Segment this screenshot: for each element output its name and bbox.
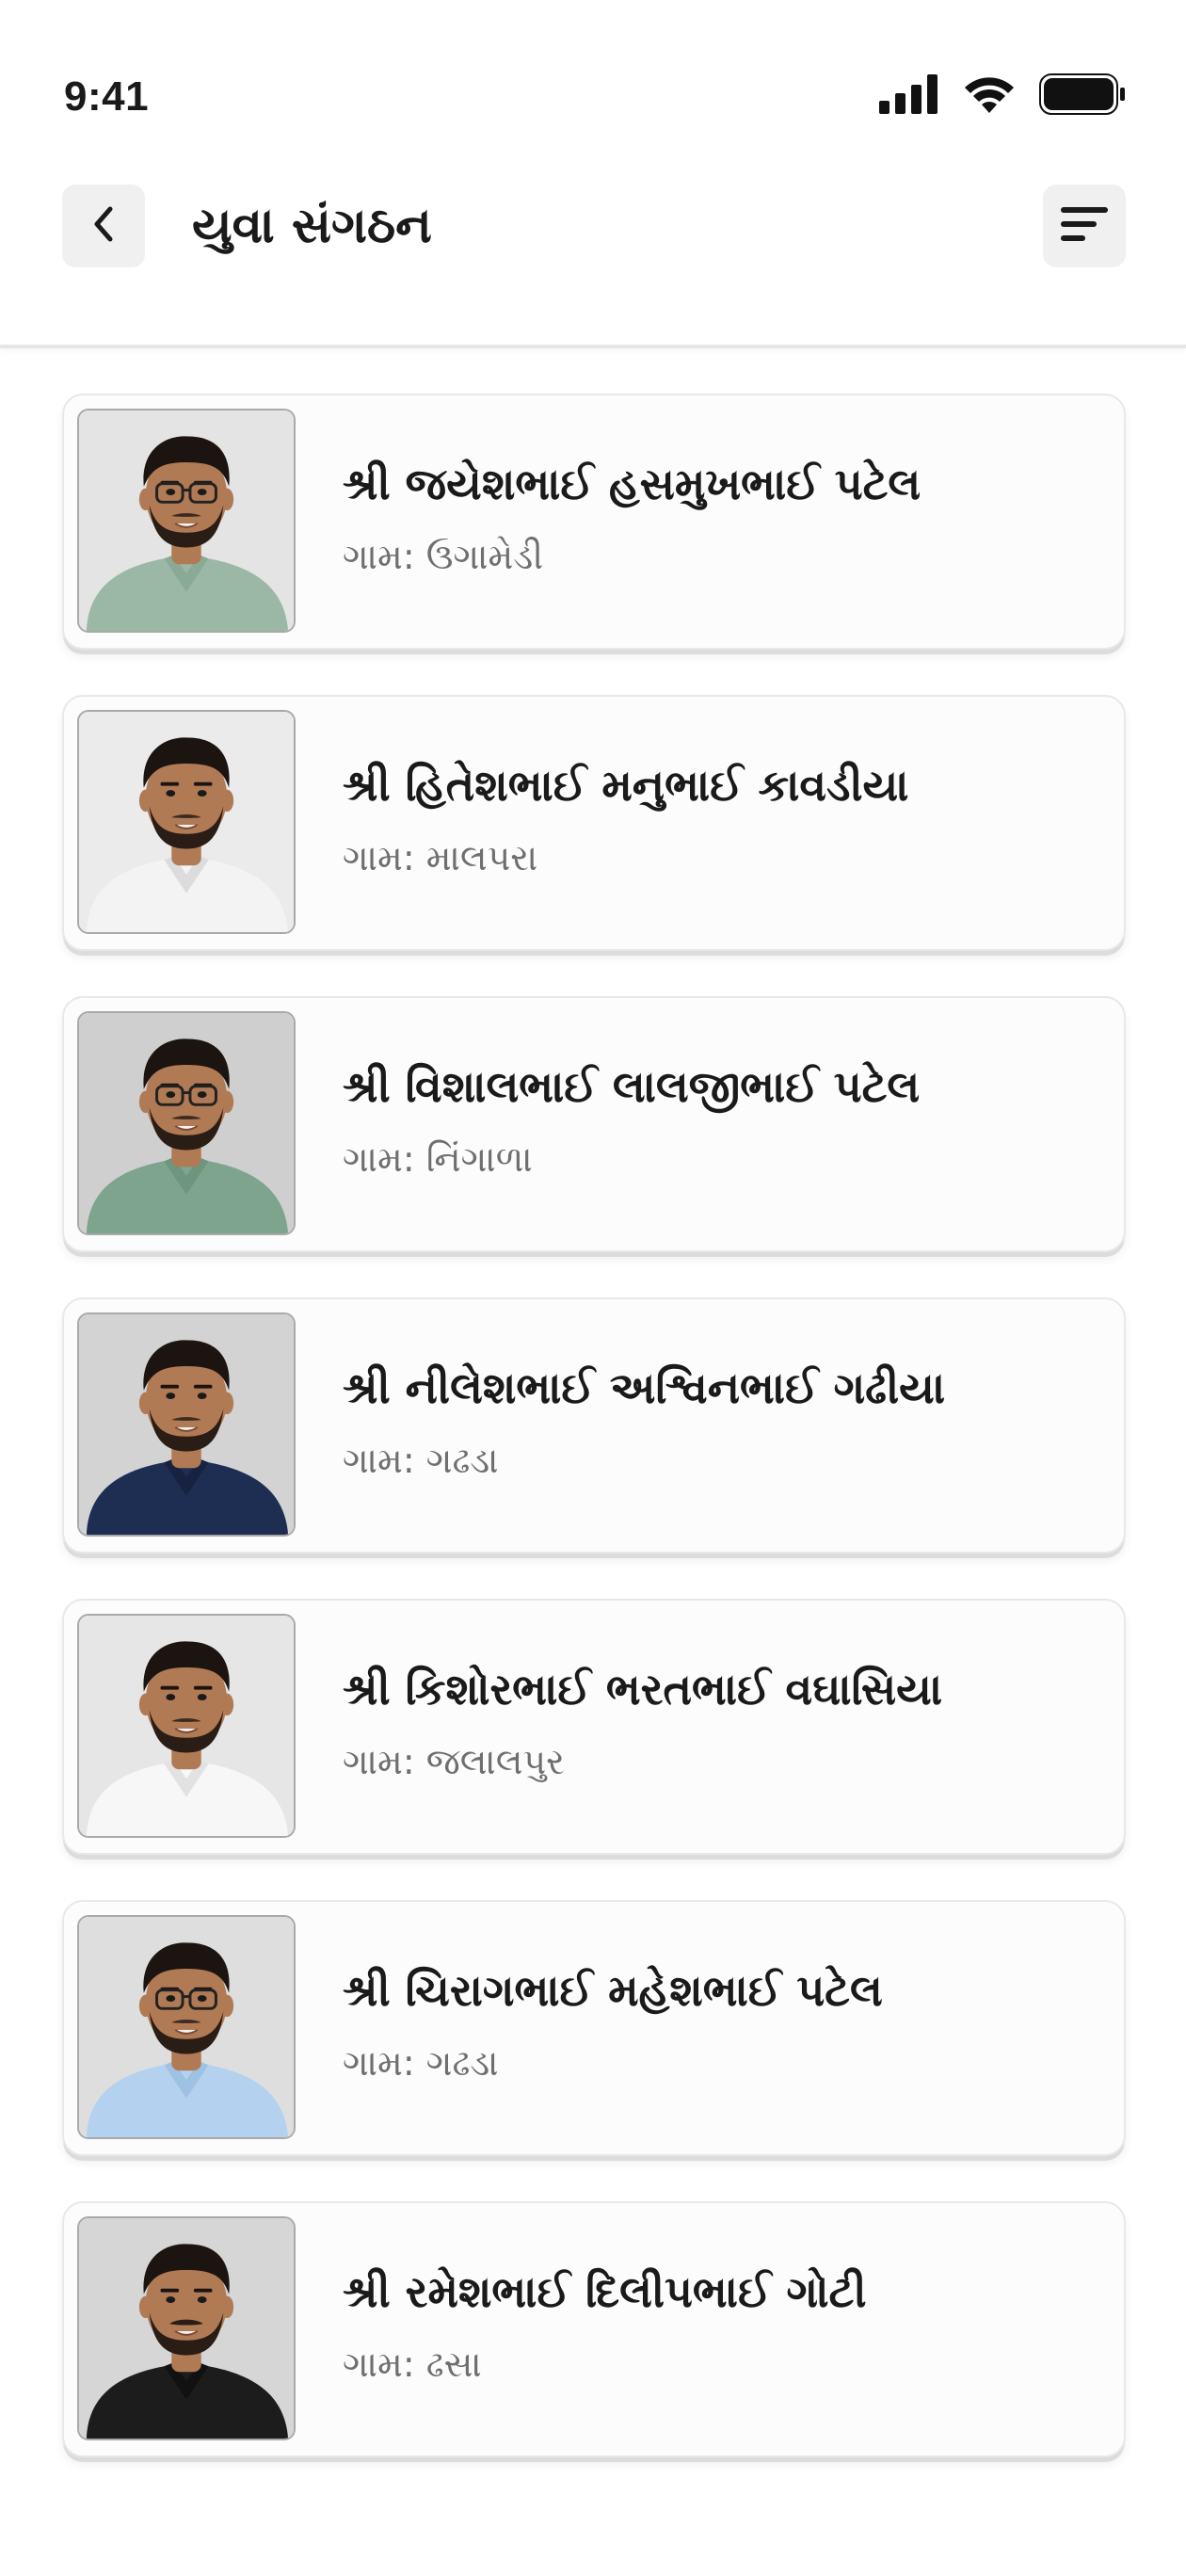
page-title: યુવા સંગઠન <box>192 198 432 254</box>
member-name: શ્રી રમેશભાઈ દિલીપભાઈ ગોટી <box>343 2266 867 2317</box>
member-photo <box>77 1312 296 1537</box>
sort-filter-button[interactable] <box>1043 185 1126 267</box>
back-button[interactable] <box>62 185 145 267</box>
member-card[interactable]: શ્રી નીલેશભાઈ અશ્વિનભાઈ ગઢીયા ગામ: ગઢડા <box>62 1297 1126 1554</box>
status-bar: 9:41 <box>0 0 1186 160</box>
chevron-left-icon <box>88 203 120 249</box>
member-card[interactable]: શ્રી હિતેશભાઈ મનુભાઈ કાવડીયા ગામ: માલપરા <box>62 695 1126 951</box>
member-name: શ્રી ચિરાગભાઈ મહેશભાઈ પટેલ <box>343 1965 883 2016</box>
member-photo <box>77 1915 296 2139</box>
member-photo <box>77 1614 296 1838</box>
member-photo <box>77 1011 296 1235</box>
status-icons <box>879 73 1126 119</box>
member-village: ગામ: ગઢડા <box>343 2042 499 2084</box>
status-time: 9:41 <box>64 73 150 120</box>
member-name: શ્રી કિશોરભાઈ ભરતભાઈ વઘાસિયા <box>343 1664 943 1715</box>
battery-icon <box>1039 73 1126 119</box>
member-card[interactable]: શ્રી રમેશભાઈ દિલીપભાઈ ગોટી ગામ: ઢસા <box>62 2201 1126 2457</box>
member-photo <box>77 409 296 633</box>
member-card[interactable]: શ્રી ચિરાગભાઈ મહેશભાઈ પટેલ ગામ: ગઢડા <box>62 1900 1126 2156</box>
member-name: શ્રી વિશાલભાઈ લાલજીભાઈ પટેલ <box>343 1061 921 1112</box>
wifi-icon <box>962 73 1017 119</box>
signal-icon <box>879 74 939 118</box>
member-village: ગામ: જલાલપુર <box>343 1741 565 1782</box>
member-village: ગામ: નિંગાળા <box>343 1138 533 1180</box>
member-photo <box>77 2216 296 2440</box>
member-name: શ્રી નીલેશભાઈ અશ્વિનભાઈ ગઢીયા <box>343 1362 946 1413</box>
member-card[interactable]: શ્રી જયેશભાઈ હસમુખભાઈ પટેલ ગામ: ઉગામેડી <box>62 394 1126 650</box>
app-header: યુવા સંગઠન <box>0 160 1186 348</box>
member-card[interactable]: શ્રી કિશોરભાઈ ભરતભાઈ વઘાસિયા ગામ: જલાલપુર <box>62 1599 1126 1855</box>
sort-lines-icon <box>1061 205 1108 247</box>
member-village: ગામ: માલપરા <box>343 837 538 878</box>
member-village: ગામ: ઉગામેડી <box>343 536 544 577</box>
member-card[interactable]: શ્રી વિશાલભાઈ લાલજીભાઈ પટેલ ગામ: નિંગાળા <box>62 996 1126 1252</box>
member-village: ગામ: ઢસા <box>343 2343 482 2385</box>
member-name: શ્રી જયેશભાઈ હસમુખભાઈ પટેલ <box>343 459 922 509</box>
member-name: શ્રી હિતેશભાઈ મનુભાઈ કાવડીયા <box>343 760 909 811</box>
member-village: ગામ: ગઢડા <box>343 1440 499 1481</box>
member-photo <box>77 710 296 934</box>
